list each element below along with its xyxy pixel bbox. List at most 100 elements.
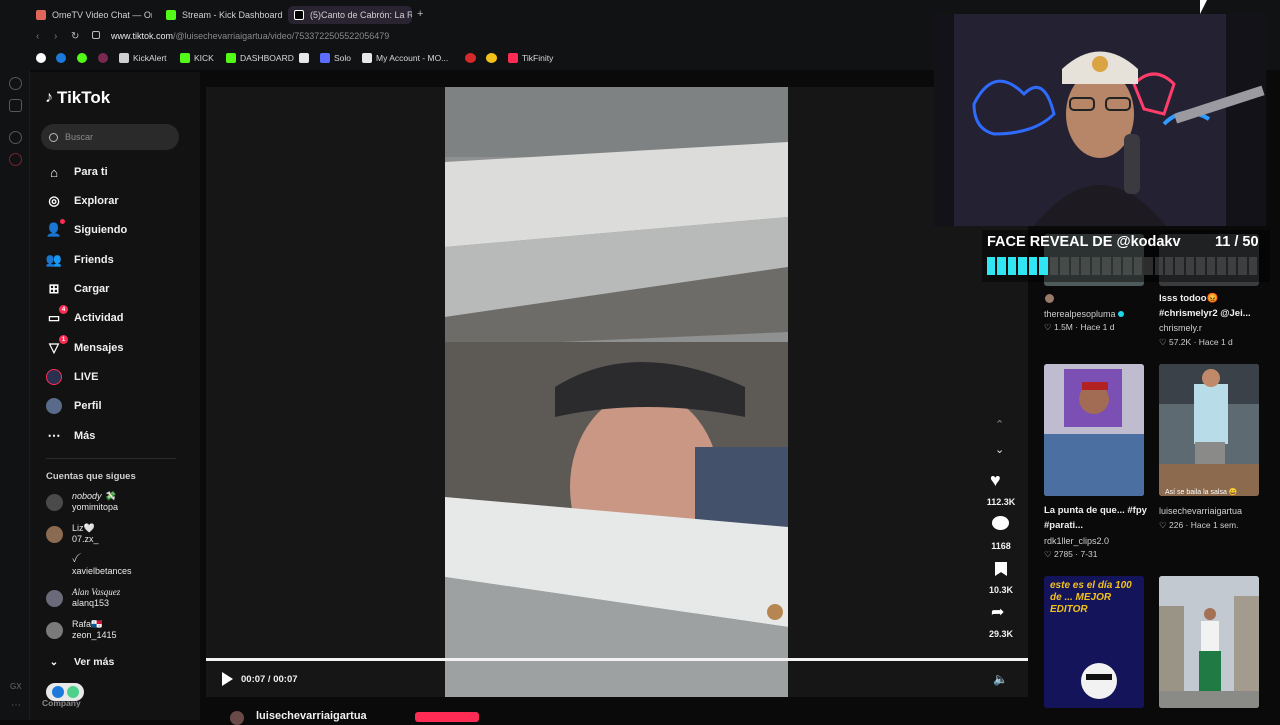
play-icon[interactable] — [222, 672, 233, 686]
grid-thumbnail[interactable] — [1159, 576, 1259, 708]
bookmark-tikfinity[interactable]: TikFinity — [508, 53, 553, 63]
grid-title[interactable]: Isss todoo😡 #chrismelyr2 @Jei... — [1159, 291, 1269, 321]
bookmark-solo[interactable]: Solo — [320, 53, 351, 63]
forward-icon[interactable]: › — [54, 31, 57, 42]
grid-thumbnail[interactable] — [1044, 364, 1144, 496]
history-icon[interactable] — [9, 77, 22, 90]
notion-icon[interactable] — [299, 53, 309, 63]
bookmark-icon-red[interactable] — [465, 53, 476, 63]
gx-icon[interactable]: GX — [10, 682, 22, 691]
nav-cargar[interactable]: ⊞ Cargar — [46, 281, 110, 297]
following-display-name: Alan Vasquez — [72, 587, 121, 597]
more-dots-icon[interactable]: ⋯ — [11, 700, 21, 711]
lock-icon — [92, 31, 100, 39]
goal-segment — [987, 257, 996, 275]
video-frame[interactable] — [445, 87, 788, 697]
progress-track[interactable] — [206, 658, 1028, 661]
grid-title[interactable]: La punta de que... #fpy #parati... — [1044, 503, 1154, 533]
goal-count: 11 / 50 — [1215, 234, 1259, 250]
extension-green-icon — [66, 686, 79, 698]
grid-username[interactable]: chrismely.r — [1159, 323, 1202, 333]
activity-badge: 4 — [59, 305, 68, 314]
grid-user[interactable]: therealpesopluma — [1044, 309, 1125, 319]
bookmark-kick[interactable]: KICK — [180, 53, 214, 63]
reload-icon[interactable]: ↻ — [71, 31, 79, 42]
following-handle: zeon_1415 — [72, 630, 117, 640]
thumbnail-image — [1159, 576, 1259, 708]
nav-mensajes[interactable]: ▽ 1 Mensajes — [46, 335, 124, 356]
search-input[interactable]: Buscar — [41, 124, 179, 150]
author-name[interactable]: luisechevarriaigartua — [256, 710, 367, 722]
nav-actividad[interactable]: ▭ 4 Actividad — [46, 305, 124, 326]
goal-segment — [1007, 257, 1017, 275]
nav-para-ti[interactable]: ⌂ Para ti — [46, 164, 108, 180]
new-tab-icon[interactable]: + — [417, 8, 423, 20]
grid-likes: 1.5M — [1053, 322, 1073, 332]
author-avatar[interactable] — [230, 711, 244, 725]
more-icon: ⋯ — [47, 428, 61, 443]
save-count: 10.3K — [988, 585, 1014, 595]
following-item[interactable]: Rafa🇵🇦 zeon_1415 — [46, 619, 117, 641]
tiktok-logo[interactable]: ♪ TikTok — [45, 88, 110, 108]
comment-count: 1168 — [991, 541, 1011, 551]
goal-segment — [1018, 257, 1027, 275]
settings-icon[interactable] — [9, 153, 22, 166]
kickalert-icon — [119, 53, 129, 63]
clock-icon[interactable] — [9, 131, 22, 144]
back-icon[interactable]: ‹ — [36, 31, 39, 42]
nav-live[interactable]: LIVE — [46, 369, 98, 385]
footer-company-link[interactable]: Company — [42, 698, 81, 708]
chevron-down-icon[interactable]: ⌄ — [995, 443, 1004, 456]
nav-mas[interactable]: ⋯ Más — [46, 428, 96, 444]
streamer-webcam-overlay — [934, 14, 1266, 226]
bookmark-icon-purple[interactable] — [98, 53, 108, 63]
bookmark-icon-yellow[interactable] — [486, 53, 497, 63]
tab-tiktok-active[interactable]: (5)Canto de Cabrón: La R — [288, 6, 412, 24]
goal-segment — [1070, 257, 1080, 275]
thumbnail-caption: este es el día 100 de ... MEJOR EDITOR — [1050, 580, 1132, 615]
tab-label: Stream - Kick Dashboard — [182, 10, 282, 20]
following-item[interactable]: ꪜ xavielbetances — [46, 555, 132, 577]
nav-explorar[interactable]: ◎ Explorar — [46, 193, 118, 209]
grid-username[interactable]: rdk1ller_clips2.0 — [1044, 536, 1109, 546]
comment-icon[interactable] — [992, 516, 1009, 530]
nav-label: Mensajes — [74, 342, 124, 354]
following-item[interactable]: nobody 💸 yomimitopa — [46, 491, 118, 513]
goal-segment — [1102, 257, 1111, 275]
grid-username[interactable]: luisechevarriaigartua — [1159, 506, 1242, 516]
share-icon[interactable]: ➦ — [991, 602, 1004, 622]
following-display-name: nobody 💸 — [72, 491, 116, 501]
goal-segment — [1060, 257, 1069, 275]
bookmark-dashboard[interactable]: DASHBOARD — [226, 53, 294, 63]
tab-ometv[interactable]: OmeTV Video Chat — Om — [36, 6, 152, 24]
like-icon[interactable]: ♥ — [990, 470, 1001, 491]
chevron-up-icon[interactable]: ⌃ — [995, 418, 1004, 431]
see-more-button[interactable]: ⌄ Ver más — [46, 654, 115, 670]
bookmark-kickalert[interactable]: KickAlert — [119, 53, 167, 63]
goal-segment — [1185, 257, 1195, 275]
grid-thumbnail[interactable]: Así se baila la salsa 😄 — [1159, 364, 1259, 496]
bookmark-my-account[interactable]: My Account - MO... — [362, 53, 448, 63]
following-item[interactable]: Liz🤍 07.zx_ — [46, 523, 99, 545]
extension-icon[interactable] — [9, 99, 22, 112]
home-icon: ⌂ — [50, 164, 58, 180]
bookmark-icon-green[interactable] — [77, 53, 87, 63]
upload-icon: ⊞ — [48, 281, 60, 296]
bookmark-icon-blue[interactable] — [56, 53, 66, 63]
goal-segment — [1175, 257, 1184, 275]
google-icon[interactable] — [36, 53, 46, 63]
nav-siguiendo[interactable]: 👤 Siguiendo — [46, 219, 127, 238]
tab-kick-dashboard[interactable]: Stream - Kick Dashboard — [166, 6, 282, 24]
nav-perfil[interactable]: Perfil — [46, 398, 102, 414]
nav-friends[interactable]: 👥 Friends — [46, 252, 114, 268]
following-display-name: Liz🤍 — [72, 523, 95, 533]
following-item[interactable]: Alan Vasquez alanq153 — [46, 587, 120, 609]
grid-thumbnail[interactable]: este es el día 100 de ... MEJOR EDITOR — [1044, 576, 1144, 708]
url-field[interactable]: www.tiktok.com/@luisechevarriaigartua/vi… — [111, 31, 389, 41]
goal-segment — [1164, 257, 1174, 275]
url-path: /@luisechevarriaigartua/video/7533722505… — [173, 31, 390, 41]
volume-icon[interactable]: 🔈 — [993, 672, 1008, 686]
goal-segment — [1196, 257, 1205, 275]
grid-age: Hace 1 sem. — [1190, 520, 1239, 530]
follow-button[interactable] — [415, 712, 479, 722]
